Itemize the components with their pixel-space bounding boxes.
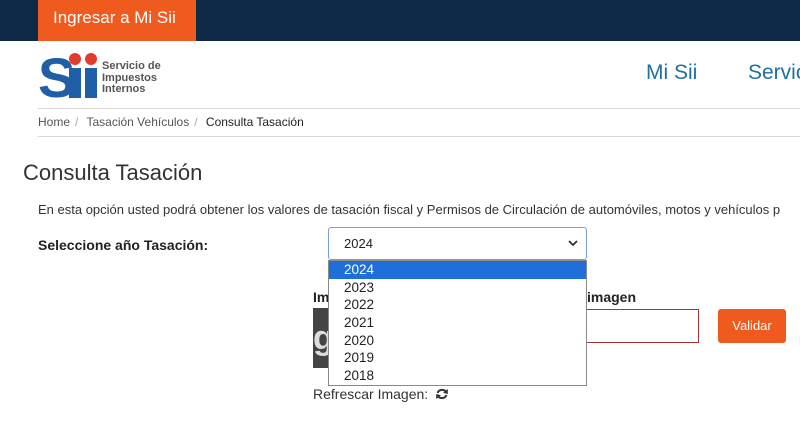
refresh-image: Refrescar Imagen: (313, 386, 449, 402)
nav-servicios[interactable]: Servic (748, 61, 800, 85)
login-button[interactable]: Ingresar a Mi Sii (38, 0, 196, 41)
year-option[interactable]: 2024 (329, 261, 586, 279)
validate-button[interactable]: Validar (718, 309, 786, 343)
year-option[interactable]: 2021 (329, 314, 586, 332)
chevron-down-icon (568, 240, 578, 247)
svg-text:S: S (38, 52, 74, 100)
year-select[interactable]: 2024 (328, 227, 587, 260)
breadcrumb-home[interactable]: Home (38, 115, 70, 129)
breadcrumb-tasacion-vehiculos[interactable]: Tasación Vehículos (86, 115, 189, 129)
intro-text: En esta opción usted podrá obtener los v… (38, 202, 781, 217)
year-option[interactable]: 2023 (329, 279, 586, 297)
year-option[interactable]: 2020 (329, 332, 586, 350)
top-bar: Ingresar a Mi Sii (0, 0, 800, 41)
year-option[interactable]: 2018 (329, 367, 586, 385)
breadcrumb-current: Consulta Tasación (205, 115, 304, 129)
refresh-icon[interactable] (435, 387, 449, 401)
nav-mi-sii[interactable]: Mi Sii (646, 61, 697, 85)
page-title: Consulta Tasación (23, 160, 203, 185)
logo-text: Servicio de Impuestos Internos (102, 60, 161, 95)
year-option[interactable]: 2022 (329, 296, 586, 314)
year-option[interactable]: 2019 (329, 349, 586, 367)
image-label: Im (313, 289, 330, 305)
year-dropdown: 2024 2023 2022 2021 2020 2019 2018 (328, 260, 587, 386)
year-label: Seleccione año Tasación: (38, 237, 209, 253)
captcha-input[interactable] (587, 309, 699, 343)
refresh-label: Refrescar Imagen: (313, 386, 429, 402)
image-input-label: imagen (587, 289, 637, 305)
year-select-value: 2024 (344, 236, 373, 251)
breadcrumb: Home / Tasación Vehículos / Consulta Tasac… (38, 108, 800, 137)
